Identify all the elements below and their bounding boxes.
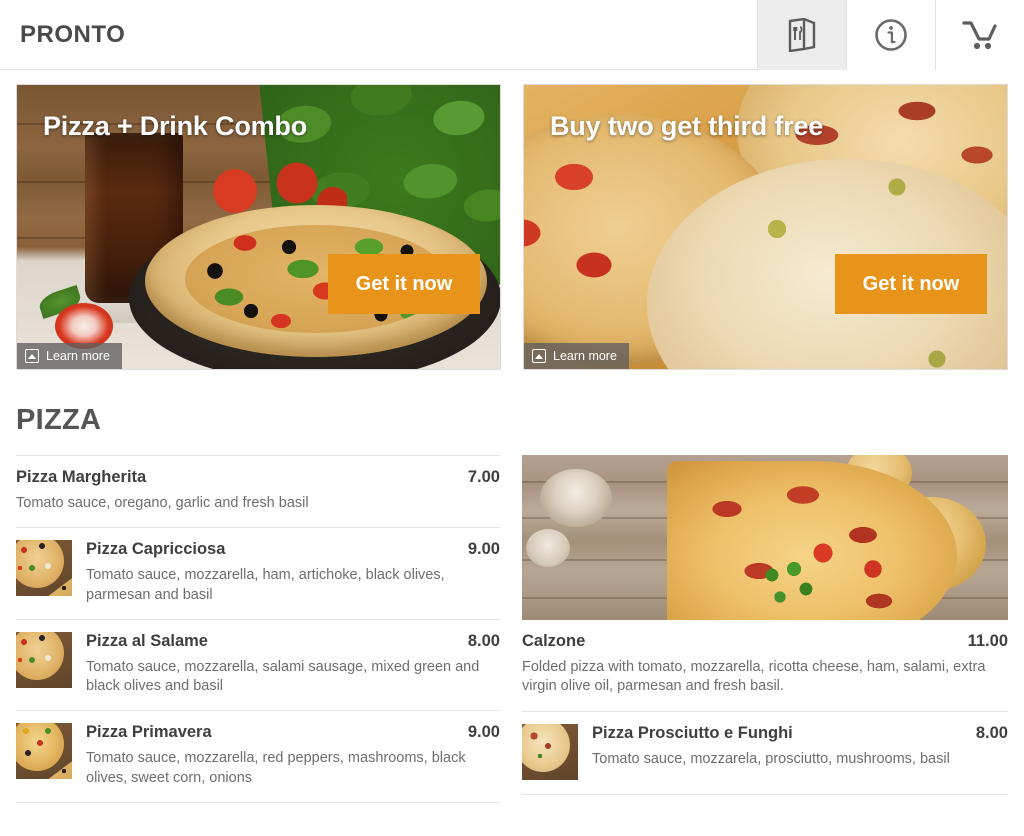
menu-column-left: Pizza Margherita 7.00 Tomato sauce, oreg… xyxy=(16,455,500,803)
menu-item-name: Pizza Primavera xyxy=(86,723,212,742)
menu-item-capricciosa[interactable]: Pizza Capricciosa 9.00 Tomato sauce, moz… xyxy=(16,527,500,619)
shopping-cart-icon xyxy=(961,19,999,51)
menu-item-thumbnail xyxy=(16,540,72,597)
menu-item-margherita[interactable]: Pizza Margherita 7.00 Tomato sauce, oreg… xyxy=(16,455,500,527)
list-divider xyxy=(522,793,1008,795)
menu-item-thumbnail xyxy=(16,631,72,688)
adchoices-icon xyxy=(25,349,39,363)
menu-item-thumbnail xyxy=(16,723,72,780)
get-it-now-button[interactable]: Get it now xyxy=(835,254,987,314)
menu-item-name: Pizza al Salame xyxy=(86,631,208,650)
learn-more-label: Learn more xyxy=(553,349,617,363)
menu-item-price: 9.00 xyxy=(467,540,500,559)
promo-banner-combo[interactable]: Pizza + Drink Combo Get it now Learn mor… xyxy=(16,84,501,370)
menu-book-icon xyxy=(787,18,817,52)
learn-more-label: Learn more xyxy=(46,349,110,363)
menu-item-primavera[interactable]: Pizza Primavera 9.00 Tomato sauce, mozza… xyxy=(16,710,500,802)
menu-item-al-salame[interactable]: Pizza al Salame 8.00 Tomato sauce, mozza… xyxy=(16,618,500,711)
section-title-pizza: PIZZA xyxy=(16,404,102,436)
menu-item-description: Tomato sauce, mozzarela, prosciutto, mus… xyxy=(592,750,950,767)
menu-item-name: Pizza Prosciutto e Funghi xyxy=(592,723,793,742)
learn-more-badge[interactable]: Learn more xyxy=(17,343,122,369)
menu-item-price: 7.00 xyxy=(467,468,500,486)
menu-item-price: 9.00 xyxy=(467,723,500,742)
page-title: PRONTO xyxy=(20,20,126,48)
menu-item-description: Tomato sauce, mozzarella, red peppers, m… xyxy=(86,750,466,786)
menu-column-right: Calzone 11.00 Folded pizza with tomato, … xyxy=(522,455,1008,803)
menu-item-name: Calzone xyxy=(522,632,586,650)
adchoices-icon xyxy=(532,349,546,363)
menu-item-prosciutto-e-funghi[interactable]: Pizza Prosciutto e Funghi 8.00 Tomato sa… xyxy=(522,710,1008,794)
promo-banner-buy-two[interactable]: Buy two get third free Get it now Learn … xyxy=(523,84,1008,370)
learn-more-badge[interactable]: Learn more xyxy=(524,343,629,369)
info-circle-icon xyxy=(874,18,908,52)
menu-item-price: 8.00 xyxy=(975,723,1008,742)
banner-title: Pizza + Drink Combo xyxy=(43,111,307,141)
menu-columns: Pizza Margherita 7.00 Tomato sauce, oreg… xyxy=(0,455,1024,803)
menu-item-price: 8.00 xyxy=(467,631,500,650)
menu-item-description: Tomato sauce, mozzarella, ham, artichoke… xyxy=(86,567,445,603)
menu-item-name: Pizza Margherita xyxy=(16,468,147,486)
menu-item-calzone[interactable]: Calzone 11.00 Folded pizza with tomato, … xyxy=(522,455,1008,711)
header-tab-group xyxy=(757,0,1024,70)
list-divider xyxy=(16,801,500,803)
promo-banner-row: Pizza + Drink Combo Get it now Learn mor… xyxy=(0,70,1024,370)
menu-item-thumbnail xyxy=(522,723,578,780)
app-header: PRONTO xyxy=(0,0,1024,70)
get-it-now-button[interactable]: Get it now xyxy=(328,254,480,314)
menu-item-price: 11.00 xyxy=(967,632,1008,650)
tab-info[interactable] xyxy=(846,0,935,70)
banner-title: Buy two get third free xyxy=(550,111,824,141)
menu-item-name: Pizza Capricciosa xyxy=(86,540,226,559)
brand: PRONTO xyxy=(0,0,757,69)
tab-menu[interactable] xyxy=(757,0,846,70)
menu-item-description: Tomato sauce, mozzarella, salami sausage… xyxy=(86,658,480,695)
tab-cart[interactable] xyxy=(935,0,1024,70)
menu-item-description: Tomato sauce, oregano, garlic and fresh … xyxy=(16,495,309,511)
menu-item-description: Folded pizza with tomato, mozzarella, ri… xyxy=(522,659,986,695)
menu-item-hero-image xyxy=(522,455,1008,620)
